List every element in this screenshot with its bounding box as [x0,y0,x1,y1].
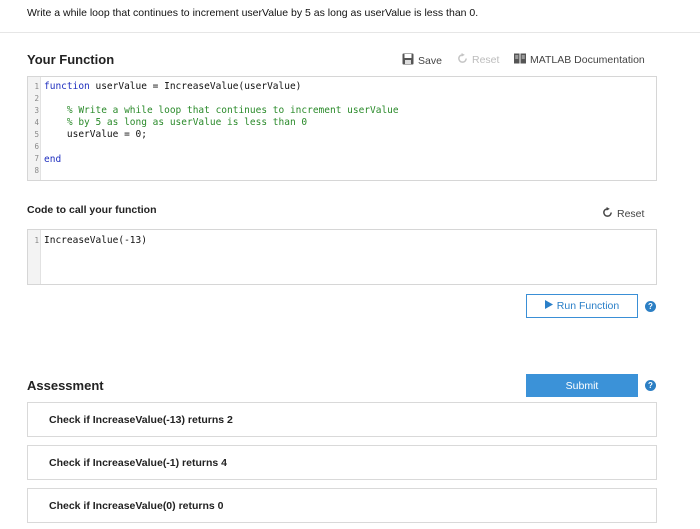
call-section-title: Code to call your function [27,204,157,216]
line-number-gutter: 1 2 3 4 5 6 7 8 [28,77,41,180]
divider [0,32,700,33]
save-icon [402,53,414,68]
play-icon [544,300,553,312]
code-text: userValue = IncreaseValue(userValue) [89,81,302,92]
line-number: 1 [34,236,39,245]
line-number: 4 [34,118,39,127]
reset-label: Reset [472,54,500,66]
code-line-5: userValue = 0; [44,129,147,140]
check-label: Check if IncreaseValue(0) returns 0 [49,499,224,512]
line-number: 8 [34,166,39,175]
run-function-button[interactable]: Run Function [526,294,638,318]
assessment-title: Assessment [27,378,104,393]
save-label: Save [418,54,442,67]
reset-function-button[interactable]: Reset [457,53,499,67]
reset-icon [457,53,468,67]
reset-icon [602,207,613,221]
assessment-check[interactable]: Check if IncreaseValue(0) returns 0 [27,488,657,523]
save-button[interactable]: Save [402,53,442,68]
check-label: Check if IncreaseValue(-13) returns 2 [49,413,233,426]
call-code-editor[interactable]: 1 IncreaseValue(-13) [27,229,657,285]
call-code-line-1: IncreaseValue(-13) [44,235,147,246]
submit-button[interactable]: Submit [526,374,638,397]
code-line-7: end [44,154,62,165]
line-number: 6 [34,142,39,151]
reset-call-button[interactable]: Reset [602,207,644,221]
line-number: 2 [34,94,39,103]
check-label: Check if IncreaseValue(-1) returns 4 [49,456,227,469]
run-help-icon[interactable]: ? [645,301,656,312]
assessment-check[interactable]: Check if IncreaseValue(-13) returns 2 [27,402,657,437]
your-function-title: Your Function [27,52,115,67]
doc-label: MATLAB Documentation [530,54,645,66]
run-function-label: Run Function [556,300,620,312]
line-number: 3 [34,106,39,115]
assessment-check[interactable]: Check if IncreaseValue(-1) returns 4 [27,445,657,480]
line-number: 7 [34,154,39,163]
book-icon [514,53,526,67]
code-line-4: % by 5 as long as userValue is less than… [44,117,308,128]
line-number-gutter: 1 [28,230,41,284]
reset-label: Reset [617,208,645,220]
submit-help-icon[interactable]: ? [645,380,656,391]
line-number: 1 [34,82,39,91]
matlab-documentation-link[interactable]: MATLAB Documentation [514,53,645,67]
function-code-editor[interactable]: 1 2 3 4 5 6 7 8 function userValue = Inc… [27,76,657,181]
problem-prompt: Write a while loop that continues to inc… [27,7,479,19]
code-line-3: % Write a while loop that continues to i… [44,105,399,116]
keyword: function [44,81,90,92]
code-line-1: function userValue = IncreaseValue(userV… [44,81,301,92]
line-number: 5 [34,130,39,139]
